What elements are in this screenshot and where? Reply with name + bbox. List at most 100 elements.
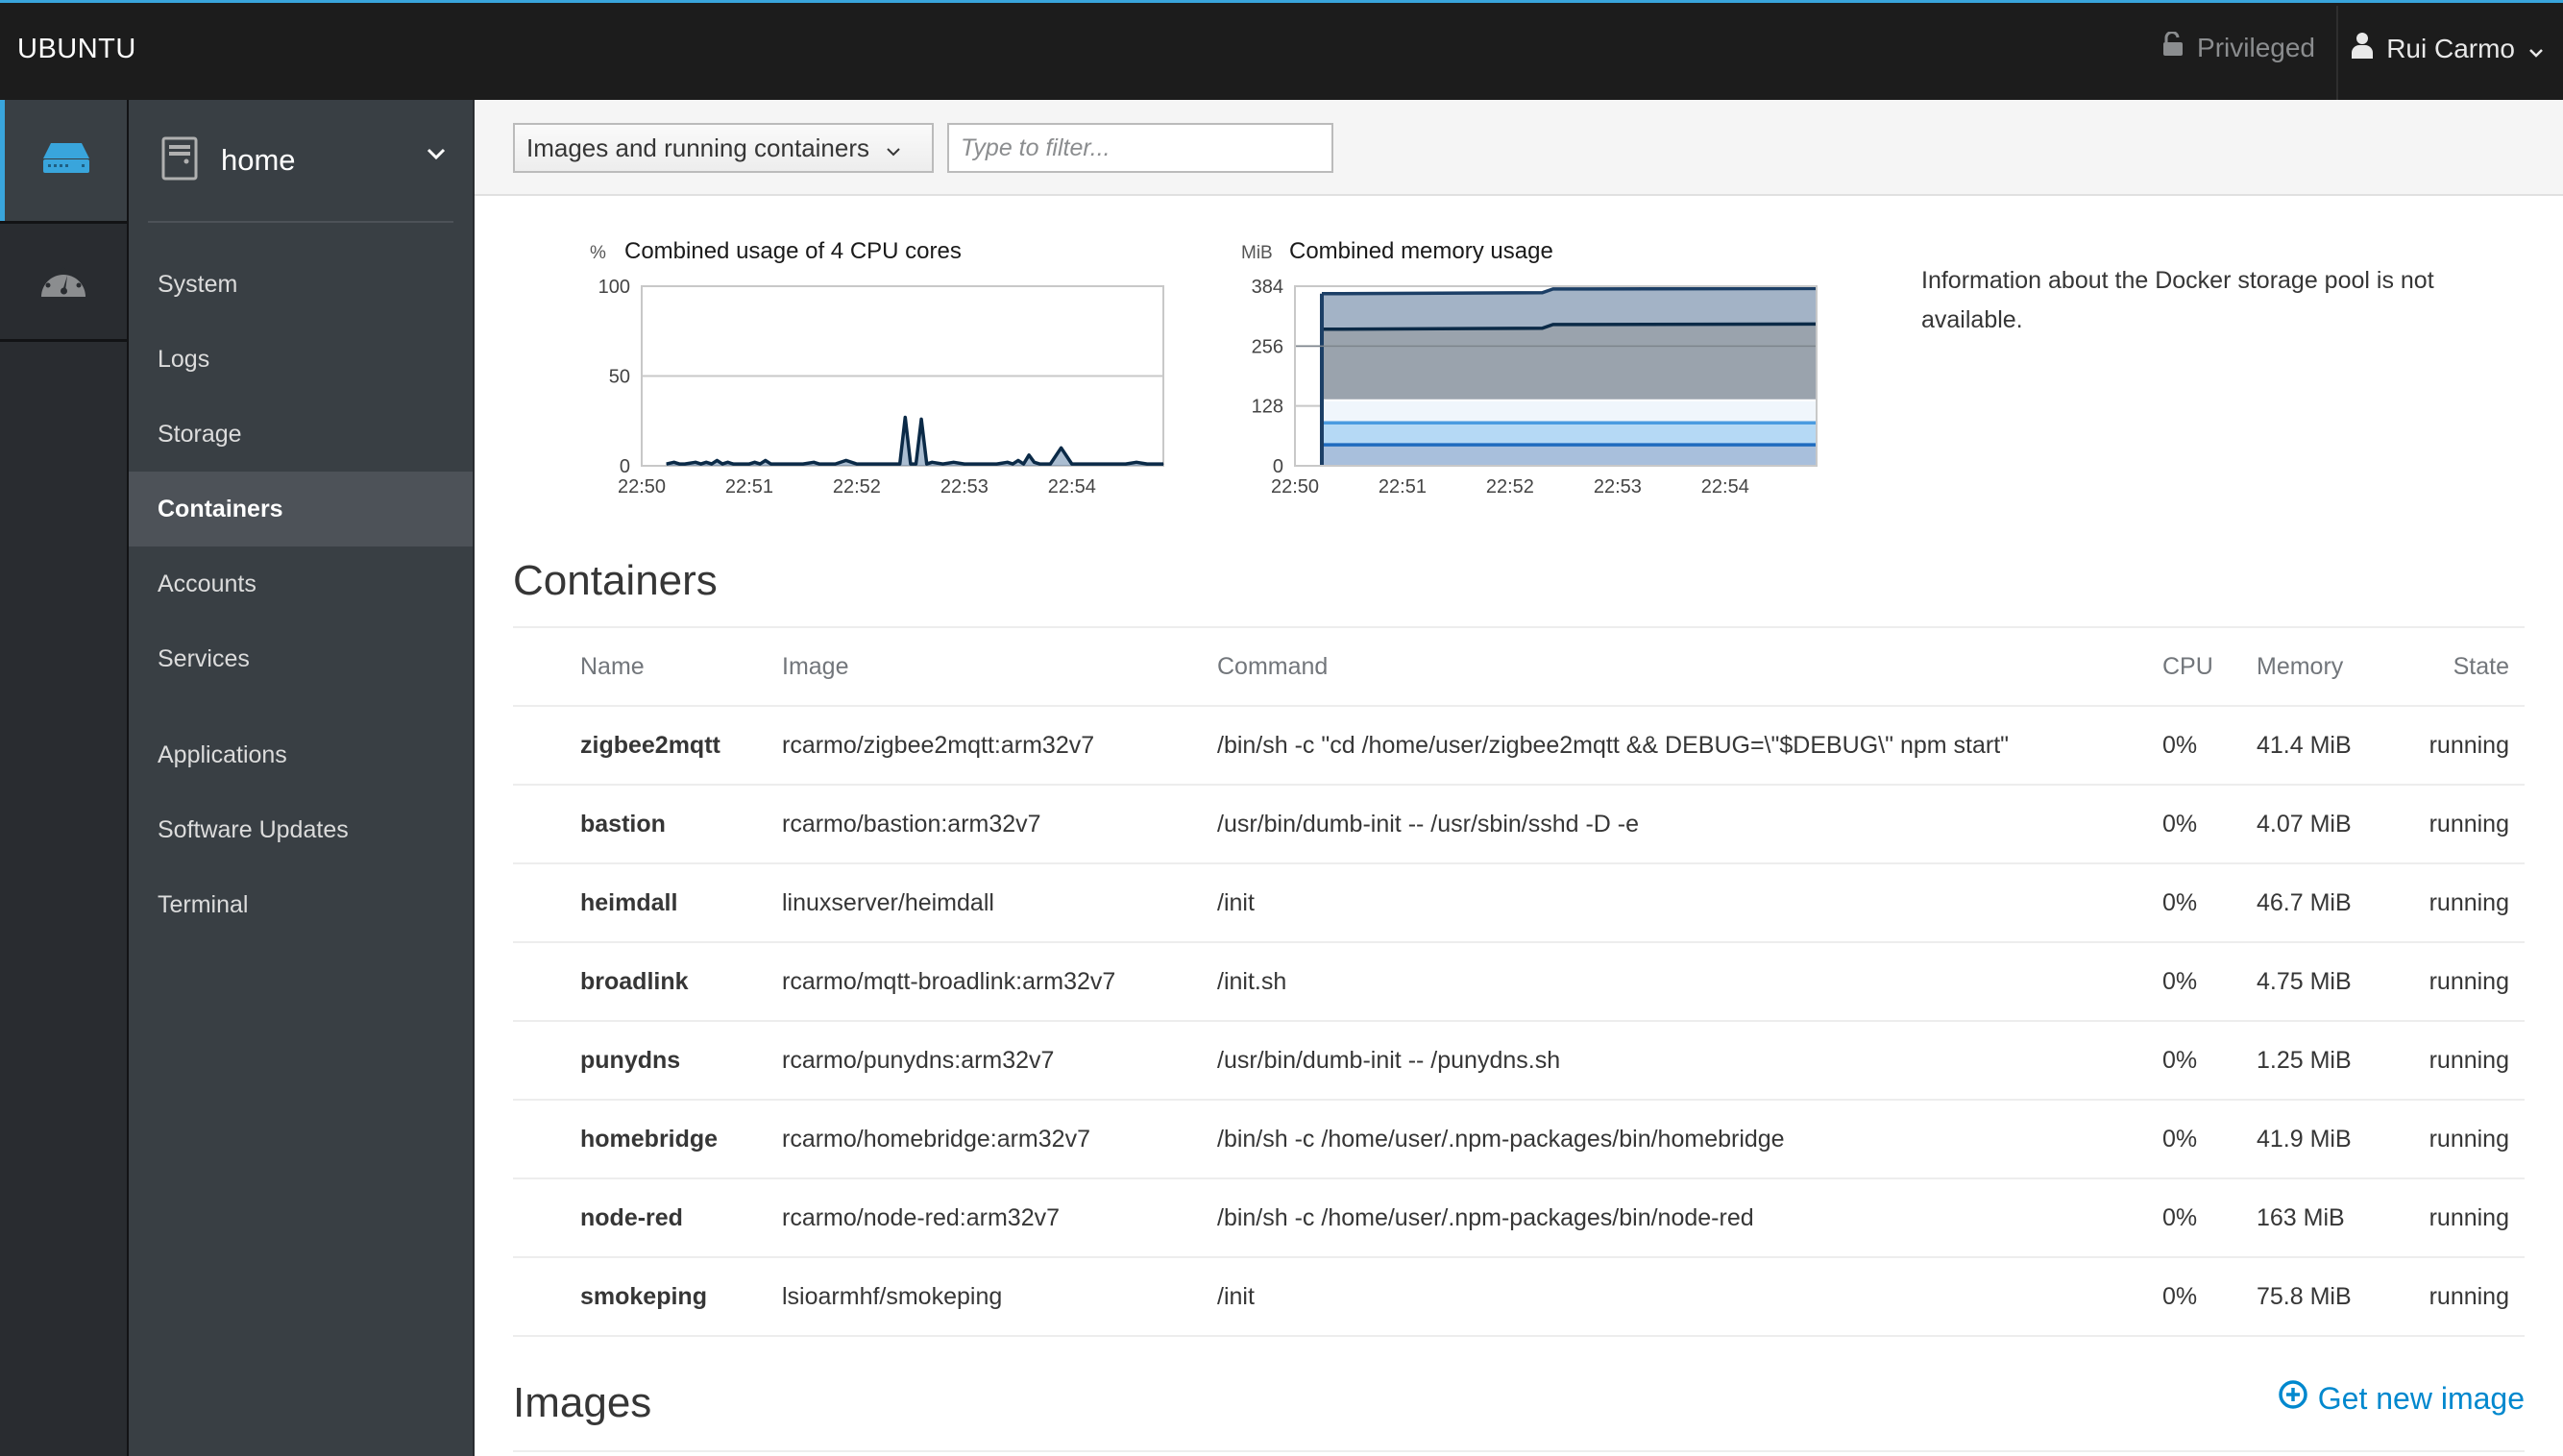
cell-command: /init <box>1217 888 1255 916</box>
table-row[interactable]: punydns rcarmo/punydns:arm32v7/usr/bin/du… <box>513 1022 2525 1101</box>
nav-item-software-updates[interactable]: Software Updates <box>129 792 473 867</box>
y-tick-label: 50 <box>609 367 630 388</box>
data-point <box>1146 463 1148 465</box>
table-row[interactable]: broadlink rcarmo/mqtt-broadlink:arm32v7/i… <box>513 943 2525 1022</box>
cell-memory: 46.7 MiB <box>2257 888 2352 916</box>
cell-name: heimdall <box>580 888 678 916</box>
data-point <box>1135 461 1137 463</box>
cell-state: running <box>2429 810 2509 837</box>
cell-state: running <box>2429 1046 2509 1074</box>
data-point <box>862 463 864 465</box>
cell-memory: 41.9 MiB <box>2257 1125 2352 1153</box>
col-state[interactable]: State <box>2453 628 2509 705</box>
filter-input[interactable] <box>947 123 1333 173</box>
nav-item-containers[interactable]: Containers <box>129 472 473 546</box>
data-point <box>899 463 901 465</box>
table-row[interactable]: homebridge rcarmo/homebridge:arm32v7/bin/… <box>513 1101 2525 1179</box>
cell-command: /usr/bin/dumb-init -- /usr/sbin/sshd -D … <box>1217 810 1640 837</box>
table-row[interactable]: zigbee2mqtt rcarmo/zigbee2mqtt:arm32v7/bi… <box>513 707 2525 786</box>
data-point <box>1092 463 1094 465</box>
cell-image: lsioarmhf/smokeping <box>782 1282 1003 1310</box>
dashboard-icon <box>41 262 85 302</box>
user-menu[interactable]: Rui Carmo <box>2352 32 2544 65</box>
data-point <box>1044 463 1046 465</box>
data-point <box>877 463 879 465</box>
cell-state: running <box>2429 731 2509 759</box>
cell-cpu: 0% <box>2162 888 2198 916</box>
get-new-image-label: Get new image <box>2317 1380 2525 1416</box>
data-point <box>823 463 825 465</box>
data-point <box>1007 461 1009 463</box>
nav-item-label: Logs <box>158 345 210 373</box>
nav-item-accounts[interactable]: Accounts <box>129 546 473 621</box>
privileged-indicator[interactable]: Privileged <box>2162 31 2315 63</box>
rail-item-dashboard[interactable] <box>0 221 127 342</box>
y-tick-label: 0 <box>1273 456 1283 477</box>
data-point <box>695 461 696 463</box>
data-point <box>700 463 702 465</box>
cell-cpu: 0% <box>2162 1046 2198 1074</box>
data-point <box>705 461 707 463</box>
col-image[interactable]: Image <box>782 628 848 705</box>
table-row[interactable]: smokeping lsioarmhf/smokeping/init 0% 75.8 … <box>513 1258 2525 1337</box>
nav-item-applications[interactable]: Applications <box>129 717 473 792</box>
col-command[interactable]: Command <box>1217 628 1328 705</box>
rail-item-hosts[interactable] <box>0 100 127 221</box>
icon-rail <box>0 100 129 1456</box>
plus-circle-icon <box>2278 1379 2308 1418</box>
data-point <box>802 463 804 465</box>
cpu-chart: 0 50 100 22:50 22:51 22:52 22:53 22:54 <box>598 277 1164 497</box>
data-point <box>813 461 815 463</box>
nav-item-label: Containers <box>158 495 283 522</box>
col-name[interactable]: Name <box>580 628 645 705</box>
data-point <box>716 459 718 461</box>
cell-image: rcarmo/mqtt-broadlink:arm32v7 <box>782 967 1116 995</box>
host-selector[interactable]: home <box>129 100 473 221</box>
nav-item-label: Services <box>158 644 250 672</box>
containers-title: Containers <box>513 557 718 604</box>
cpu-chart-title: Combined usage of 4 CPU cores <box>624 238 962 264</box>
brand-label: UBUNTU <box>17 34 136 64</box>
col-memory[interactable]: Memory <box>2257 628 2343 705</box>
cell-memory: 4.75 MiB <box>2257 967 2352 995</box>
cell-name: smokeping <box>580 1282 707 1310</box>
data-point <box>941 463 943 465</box>
data-point <box>1125 463 1127 465</box>
table-row[interactable]: bastion rcarmo/bastion:arm32v7/usr/bin/du… <box>513 786 2525 864</box>
table-row[interactable]: node-red rcarmo/node-red:arm32v7/bin/sh -… <box>513 1179 2525 1258</box>
data-point <box>1061 447 1062 449</box>
x-tick-label: 22:50 <box>1271 476 1319 497</box>
x-tick-label: 22:53 <box>940 476 989 497</box>
x-tick-label: 22:52 <box>833 476 881 497</box>
x-tick-label: 22:51 <box>725 476 773 497</box>
data-point <box>769 463 771 465</box>
data-point <box>835 463 837 465</box>
y-tick-label: 256 <box>1252 336 1283 357</box>
data-point <box>759 463 761 465</box>
x-tick-label: 22:51 <box>1379 476 1427 497</box>
data-point <box>781 463 783 465</box>
nav-item-system[interactable]: System <box>129 247 473 322</box>
nav-item-storage[interactable]: Storage <box>129 397 473 472</box>
nav-item-services[interactable]: Services <box>129 621 473 696</box>
unlock-icon <box>2162 31 2184 63</box>
data-point <box>666 463 668 465</box>
data-point <box>678 463 680 465</box>
container-filter-select[interactable]: Images and running containers <box>513 123 934 173</box>
cell-memory: 4.07 MiB <box>2257 810 2352 837</box>
nav-item-label: Applications <box>158 740 287 768</box>
data-point <box>673 461 675 463</box>
data-point <box>1038 463 1040 465</box>
nav-item-logs[interactable]: Logs <box>129 322 473 397</box>
data-point <box>910 463 912 465</box>
data-point <box>1071 463 1073 465</box>
data-point <box>684 463 686 465</box>
cell-state: running <box>2429 1282 2509 1310</box>
table-row[interactable]: heimdall linuxserver/heimdall/init 0% 46.7 … <box>513 864 2525 943</box>
x-tick-label: 22:50 <box>618 476 666 497</box>
nav-item-label: System <box>158 270 238 298</box>
col-cpu[interactable]: CPU <box>2162 628 2213 705</box>
nav-item-terminal[interactable]: Terminal <box>129 867 473 942</box>
get-new-image-link[interactable]: Get new image <box>2278 1379 2525 1418</box>
memory-chart: 0 128 256 384 22:50 22:51 22:52 22:53 22:54 <box>1252 277 1818 497</box>
